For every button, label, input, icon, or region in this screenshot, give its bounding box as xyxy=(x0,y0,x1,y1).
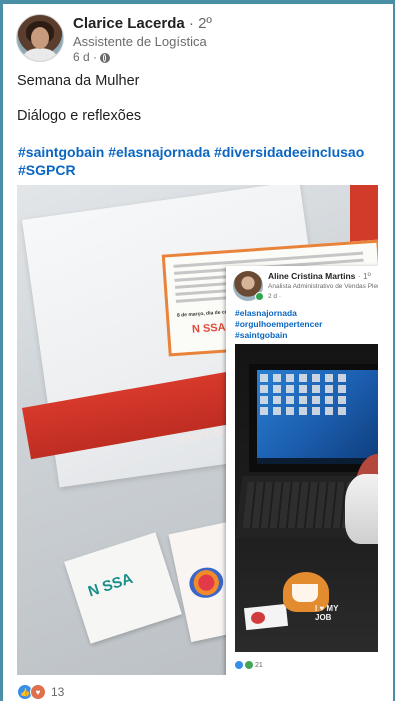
nossa-sticker: N SSA xyxy=(64,532,182,644)
online-status-icon xyxy=(255,292,264,301)
hashtag-line[interactable]: #SGPCR xyxy=(18,161,378,179)
embedded-author-avatar xyxy=(233,271,264,301)
post-body: Semana da Mulher Diálogo e reflexões xyxy=(17,72,141,125)
embedded-author-title: Analista Administrativo de Vendas Pleno … xyxy=(268,283,378,290)
embedded-photo: I ♥ MY JOB xyxy=(235,344,378,652)
like-reaction-icon xyxy=(235,661,243,669)
embedded-hashtag: #elasnajornada xyxy=(235,308,297,318)
embedded-hashtag: #saintgobain xyxy=(235,330,288,340)
frame-border-left xyxy=(0,0,3,701)
embedded-hashtag: #orgulhoempertencer xyxy=(235,319,323,329)
embedded-post-header: Aline Cristina Martins · 1º Analista Adm… xyxy=(233,271,378,301)
post-time-text: 6 d · xyxy=(73,50,98,64)
author-title: Assistente de Logística xyxy=(73,34,207,49)
embedded-author-name-line: Aline Cristina Martins · 1º xyxy=(268,271,378,282)
embedded-post-time: 2 d · xyxy=(268,293,282,300)
embedded-connection-degree: · 1º xyxy=(357,271,371,281)
post-header: Clarice Lacerda · 2º Assistente de Logís… xyxy=(16,14,212,65)
post-reactions[interactable]: 👍 ♥ 13 xyxy=(17,684,64,700)
author-name[interactable]: Clarice Lacerda xyxy=(73,15,185,32)
author-meta: Clarice Lacerda · 2º Assistente de Logís… xyxy=(73,15,212,65)
post-text-line: Semana da Mulher xyxy=(17,73,140,89)
mug-text: I ♥ MY JOB xyxy=(315,604,339,622)
post-photo[interactable]: 8 de março, dia de celebr N SSA SAINT-GO… xyxy=(17,185,378,675)
embedded-post[interactable]: Aline Cristina Martins · 1º Analista Adm… xyxy=(226,266,378,675)
glove xyxy=(345,474,378,544)
connection-degree: · 2º xyxy=(188,15,212,32)
love-reaction-icon: ♥ xyxy=(30,684,46,700)
author-avatar[interactable] xyxy=(16,14,64,62)
hashtag-line[interactable]: #saintgobain #elasnajornada #diversidade… xyxy=(18,143,378,161)
embedded-reactions: 21 xyxy=(235,661,263,669)
frame-border-top xyxy=(0,0,395,4)
nossa-logo: N SSA xyxy=(191,321,226,336)
globe-icon xyxy=(100,52,111,63)
embedded-reaction-count: 21 xyxy=(255,661,263,669)
post-text-line: Diálogo e reflexões xyxy=(17,108,142,124)
celebrate-reaction-icon xyxy=(245,661,253,669)
embedded-author-name: Aline Cristina Martins xyxy=(268,271,356,281)
post-hashtags[interactable]: #saintgobain #elasnajornada #diversidade… xyxy=(18,143,378,179)
post-time: 6 d · xyxy=(73,50,212,65)
reaction-count[interactable]: 13 xyxy=(51,685,64,699)
laptop xyxy=(249,364,378,472)
logo-sticker xyxy=(243,603,289,631)
author-name-line[interactable]: Clarice Lacerda · 2º xyxy=(73,15,212,33)
embedded-hashtags: #elasnajornada #orgulhoempertencer #sain… xyxy=(235,308,322,341)
